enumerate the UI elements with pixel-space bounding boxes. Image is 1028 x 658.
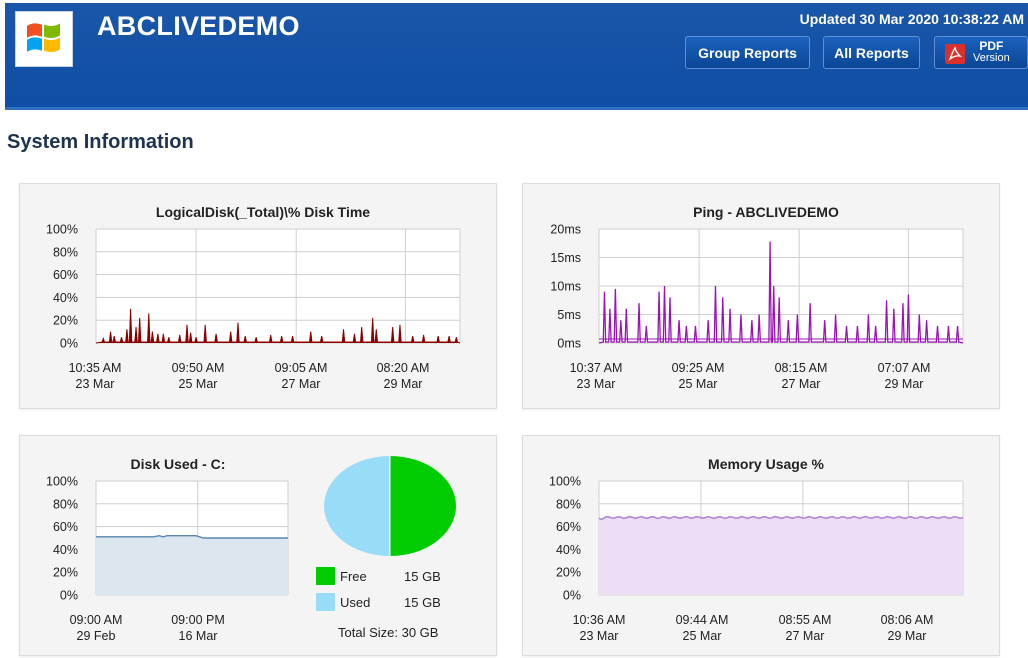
x-tick-date: 29 Feb <box>77 629 116 643</box>
windows-logo-icon <box>15 11 73 67</box>
y-tick-label: 60% <box>556 520 581 534</box>
pdf-label: PDF <box>979 39 1004 53</box>
y-tick-label: 80% <box>53 497 78 511</box>
x-tick-time: 09:25 AM <box>672 361 725 375</box>
x-tick-time: 10:35 AM <box>69 361 122 375</box>
x-tick-time: 08:20 AM <box>377 361 430 375</box>
disk-used-area <box>96 535 288 595</box>
y-tick-label: 20ms <box>550 223 581 237</box>
x-tick-date: 25 Mar <box>179 377 218 391</box>
all-reports-button[interactable]: All Reports <box>823 36 920 69</box>
chart-title: LogicalDisk(_Total)\% Disk Time <box>156 204 370 220</box>
y-tick-label: 0% <box>60 337 78 351</box>
last-updated-text: Updated 30 Mar 2020 10:38:22 AM <box>799 11 1024 27</box>
x-tick-date: 23 Mar <box>580 629 619 643</box>
x-tick-date: 23 Mar <box>76 377 115 391</box>
x-tick-time: 09:50 AM <box>172 361 225 375</box>
app-title: ABCLIVEDEMO <box>97 11 300 41</box>
memory-usage-chart: Memory Usage % 100% 80% 60% 40% 20% 0% 10:36 A… <box>549 456 964 643</box>
legend-swatch-used <box>316 593 335 611</box>
x-tick-date: 29 Mar <box>888 629 927 643</box>
x-tick-time: 08:15 AM <box>775 361 828 375</box>
y-tick-label: 40% <box>53 543 78 557</box>
group-reports-button[interactable]: Group Reports <box>685 36 810 69</box>
y-tick-label: 10ms <box>550 280 581 294</box>
section-title: System Information <box>7 131 194 153</box>
x-tick-time: 09:00 PM <box>171 613 225 627</box>
disk-total-size: Total Size: 30 GB <box>338 625 438 640</box>
y-tick-label: 100% <box>46 475 78 489</box>
pdf-icon <box>945 44 965 64</box>
y-tick-label: 100% <box>46 223 78 237</box>
ping-panel: Ping - ABCLIVEDEMO 20ms 15ms 10ms 5ms 0ms 10:… <box>522 183 1000 409</box>
chart-title: Memory Usage % <box>708 456 824 472</box>
memory-area <box>599 516 963 595</box>
y-tick-label: 60% <box>53 268 78 282</box>
x-tick-time: 10:36 AM <box>573 613 626 627</box>
pie-slice-free <box>390 456 456 556</box>
y-tick-label: 40% <box>556 543 581 557</box>
x-tick-date: 27 Mar <box>786 629 825 643</box>
y-tick-label: 60% <box>53 520 78 534</box>
x-tick-time: 09:44 AM <box>676 613 729 627</box>
disk-time-chart: LogicalDisk(_Total)\% Disk Time 100% 80% 6… <box>46 204 461 391</box>
legend-value-used: 15 GB <box>404 595 441 610</box>
pdf-sub-label: Version <box>973 52 1010 64</box>
y-tick-label: 0% <box>563 589 581 603</box>
legend-swatch-free <box>316 567 335 585</box>
legend-value-free: 15 GB <box>404 569 441 584</box>
pie-slice-used <box>324 456 390 556</box>
x-tick-time: 08:06 AM <box>881 613 934 627</box>
y-tick-label: 40% <box>53 291 78 305</box>
x-tick-date: 23 Mar <box>577 377 616 391</box>
y-tick-label: 0% <box>60 589 78 603</box>
legend-label-used: Used <box>340 595 370 610</box>
disk-used-panel: Disk Used - C: Total Size: 30 GB 100% 80%… <box>19 435 497 656</box>
x-tick-time: 09:05 AM <box>275 361 328 375</box>
memory-panel: Memory Usage % 100% 80% 60% 40% 20% 0% 10:36 A… <box>522 435 1000 656</box>
y-tick-label: 100% <box>549 475 581 489</box>
chart-title: Ping - ABCLIVEDEMO <box>693 204 839 220</box>
disk-used-chart: Disk Used - C: Total Size: 30 GB 100% 80%… <box>46 456 456 643</box>
x-tick-time: 08:55 AM <box>779 613 832 627</box>
x-tick-date: 29 Mar <box>885 377 924 391</box>
x-tick-time: 09:00 AM <box>70 613 123 627</box>
chart-title: Disk Used - C: <box>131 456 226 472</box>
x-tick-date: 29 Mar <box>384 377 423 391</box>
ping-chart: Ping - ABCLIVEDEMO 20ms 15ms 10ms 5ms 0ms 10:… <box>550 204 964 391</box>
y-tick-label: 20% <box>53 314 78 328</box>
x-tick-time: 10:37 AM <box>570 361 623 375</box>
x-tick-date: 25 Mar <box>679 377 718 391</box>
disk-time-panel: LogicalDisk(_Total)\% Disk Time 100% 80% 6… <box>19 183 497 409</box>
y-tick-label: 20% <box>556 566 581 580</box>
x-tick-date: 16 Mar <box>179 629 218 643</box>
x-tick-date: 27 Mar <box>782 377 821 391</box>
y-tick-label: 80% <box>556 497 581 511</box>
legend-label-free: Free <box>340 569 367 584</box>
x-tick-date: 25 Mar <box>683 629 722 643</box>
x-tick-time: 07:07 AM <box>878 361 931 375</box>
y-tick-label: 15ms <box>550 251 581 265</box>
pdf-version-button[interactable]: PDF Version <box>934 36 1028 69</box>
y-tick-label: 80% <box>53 245 78 259</box>
header-bar: ABCLIVEDEMO Updated 30 Mar 2020 10:38:22… <box>5 3 1028 110</box>
x-tick-date: 27 Mar <box>282 377 321 391</box>
y-tick-label: 0ms <box>557 337 581 351</box>
y-tick-label: 5ms <box>557 308 581 322</box>
y-tick-label: 20% <box>53 566 78 580</box>
